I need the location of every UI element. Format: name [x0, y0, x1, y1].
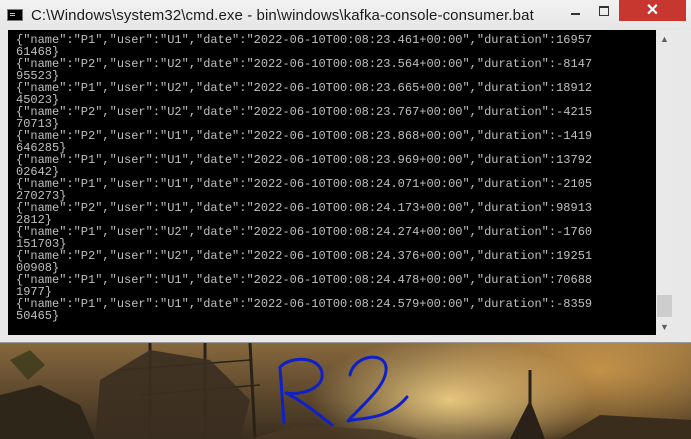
title-bar[interactable]: C:\Windows\system32\cmd.exe - bin\window…: [0, 0, 691, 30]
console-lines: {"name":"P1","user":"U1","date":"2022-06…: [16, 34, 592, 322]
arrow-up-icon: ▲: [660, 33, 669, 44]
console-line: {"name":"P1","user":"U1","date":"2022-06…: [16, 273, 593, 287]
console-line: {"name":"P2","user":"U2","date":"2022-06…: [16, 249, 593, 263]
console-line: {"name":"P2","user":"U1","date":"2022-06…: [16, 201, 593, 215]
console-line: {"name":"P2","user":"U2","date":"2022-06…: [16, 57, 593, 71]
close-icon: ✕: [645, 1, 660, 19]
console-icon[interactable]: [7, 9, 23, 21]
window-frame-bottom[interactable]: [0, 335, 691, 343]
maximize-button[interactable]: [590, 0, 617, 21]
arrow-down-icon: ▼: [660, 321, 669, 332]
window-frame-right: [673, 30, 691, 335]
console-line: {"name":"P1","user":"U2","date":"2022-06…: [16, 225, 593, 239]
console-line: {"name":"P2","user":"U1","date":"2022-06…: [16, 129, 593, 143]
minimize-icon: [571, 12, 580, 15]
cmd-window: C:\Windows\system32\cmd.exe - bin\window…: [0, 0, 691, 343]
console-line: 50465}: [16, 309, 60, 323]
console-line: {"name":"P1","user":"U1","date":"2022-06…: [16, 297, 593, 311]
console-line: {"name":"P1","user":"U2","date":"2022-06…: [16, 81, 593, 95]
console-line: {"name":"P1","user":"U1","date":"2022-06…: [16, 153, 593, 167]
maximize-icon: [598, 5, 609, 16]
close-button[interactable]: ✕: [619, 0, 686, 21]
scroll-thumb[interactable]: [657, 295, 672, 317]
handwritten-annotation-r2: [278, 355, 409, 427]
minimize-button[interactable]: [562, 0, 589, 21]
console-line: {"name":"P2","user":"U2","date":"2022-06…: [16, 105, 593, 119]
console-line: {"name":"P1","user":"U1","date":"2022-06…: [16, 177, 593, 191]
console-line: {"name":"P1","user":"U1","date":"2022-06…: [16, 33, 593, 47]
vertical-scrollbar[interactable]: ▲ ▼: [656, 30, 673, 335]
scroll-up-button[interactable]: ▲: [656, 30, 673, 47]
console-output[interactable]: {"name":"P1","user":"U1","date":"2022-06…: [8, 30, 656, 335]
scroll-down-button[interactable]: ▼: [656, 318, 673, 335]
window-title: C:\Windows\system32\cmd.exe - bin\window…: [31, 7, 534, 24]
